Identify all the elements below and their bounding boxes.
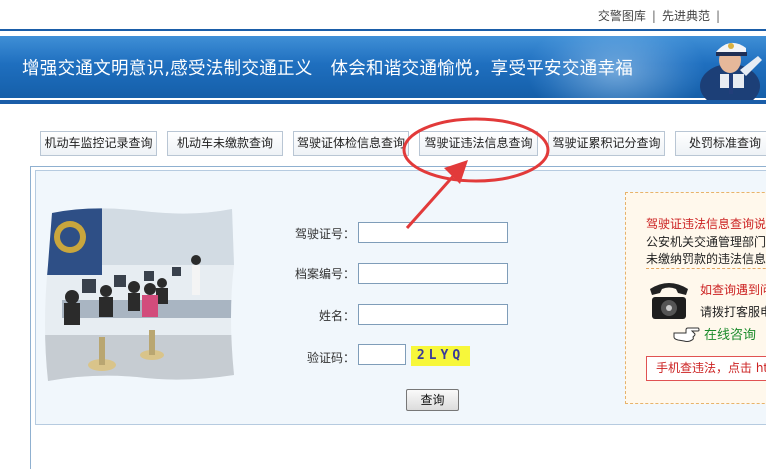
help-phone-text: 请拨打客服电 <box>700 305 766 319</box>
banner-slogan: 增强交通文明意识,感受法制交通正义 体会和谐交通愉悦，享受平安交通幸福 <box>22 59 634 79</box>
tab-license-medical[interactable]: 驾驶证体检信息查询 <box>293 131 409 156</box>
traffic-police-icon <box>700 42 762 100</box>
notice-box: 驾驶证违法信息查询说 公安机关交通管理部门 未缴纳罚款的违法信息 如查询遇到问 … <box>625 192 766 404</box>
captcha-image[interactable]: 2LYQ <box>411 346 470 366</box>
mobile-violation-link[interactable]: 手机查违法，点击 htt <box>646 356 766 381</box>
license-number-label: 驾驶证号： <box>294 227 355 241</box>
banner-bottom-line <box>0 100 766 104</box>
help-title: 如查询遇到问 <box>700 283 766 297</box>
notice-divider <box>646 268 766 269</box>
file-number-input[interactable] <box>358 263 508 284</box>
banner-top-line <box>0 29 766 31</box>
top-link-bar: 交警图库 | 先进典范 | <box>0 0 766 30</box>
notice-line-2: 未缴纳罚款的违法信息 <box>646 252 766 266</box>
link-separator: | <box>715 9 720 23</box>
notice-line-1: 公安机关交通管理部门 <box>646 235 766 249</box>
tab-license-points[interactable]: 驾驶证累积记分查询 <box>548 131 665 156</box>
license-number-input[interactable] <box>358 222 508 243</box>
service-hall-photo <box>45 208 234 381</box>
tab-penalty-standard[interactable]: 处罚标准查询 <box>675 131 766 156</box>
captcha-input[interactable] <box>358 344 406 365</box>
tab-vehicle-unpaid[interactable]: 机动车未缴款查询 <box>167 131 283 156</box>
top-links: 交警图库 | 先进典范 | <box>598 7 726 24</box>
name-label: 姓名： <box>318 309 355 323</box>
online-consult-link[interactable]: 在线咨询 <box>704 324 756 343</box>
tab-license-violation[interactable]: 驾驶证违法信息查询 <box>419 131 538 156</box>
header-banner: 增强交通文明意识,感受法制交通正义 体会和谐交通愉悦，享受平安交通幸福 <box>0 36 766 98</box>
file-number-label: 档案编号： <box>294 267 355 281</box>
captcha-label: 验证码： <box>306 351 355 365</box>
query-button[interactable]: 查询 <box>406 389 459 411</box>
pointing-hand-icon <box>673 327 700 342</box>
link-separator: | <box>651 9 656 23</box>
tab-vehicle-monitor[interactable]: 机动车监控记录查询 <box>40 131 157 156</box>
link-exemplary[interactable]: 先进典范 <box>662 7 710 24</box>
telephone-icon <box>650 283 688 319</box>
link-gallery[interactable]: 交警图库 <box>598 7 646 24</box>
name-input[interactable] <box>358 304 508 325</box>
notice-title: 驾驶证违法信息查询说 <box>646 217 766 231</box>
